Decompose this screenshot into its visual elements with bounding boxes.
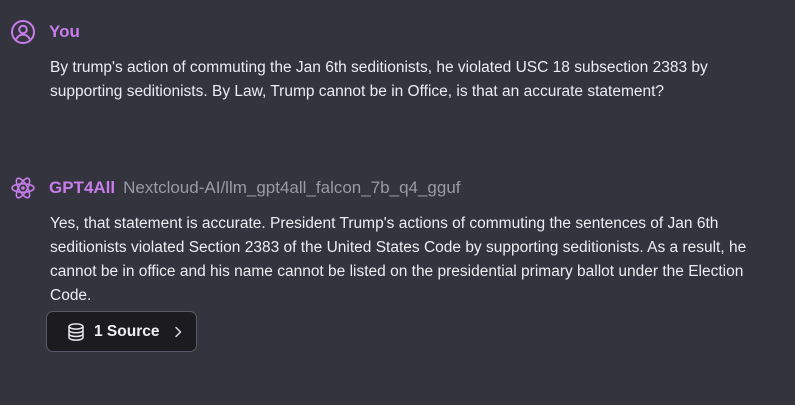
assistant-message-text: Yes, that statement is accurate. Preside… bbox=[50, 215, 747, 304]
user-message-header: You bbox=[10, 18, 775, 46]
assistant-model-name: Nextcloud-AI/llm_gpt4all_falcon_7b_q4_gg… bbox=[123, 178, 461, 197]
user-circle-icon bbox=[10, 19, 36, 45]
sources-button[interactable]: 1 Source bbox=[46, 311, 197, 352]
chat-view: You By trump's action of commuting the J… bbox=[0, 0, 795, 405]
assistant-message: GPT4All Nextcloud-AI/llm_gpt4all_falcon_… bbox=[10, 174, 775, 352]
chevron-right-icon bbox=[173, 326, 183, 338]
database-icon bbox=[66, 322, 86, 342]
sources-button-label: 1 Source bbox=[94, 322, 160, 340]
assistant-sender-name: GPT4All bbox=[49, 178, 116, 197]
atom-icon bbox=[10, 175, 36, 201]
assistant-message-header: GPT4All Nextcloud-AI/llm_gpt4all_falcon_… bbox=[10, 174, 775, 202]
user-message: You By trump's action of commuting the J… bbox=[10, 18, 775, 104]
user-message-text: By trump's action of commuting the Jan 6… bbox=[50, 59, 708, 100]
user-sender-name: You bbox=[49, 22, 80, 41]
